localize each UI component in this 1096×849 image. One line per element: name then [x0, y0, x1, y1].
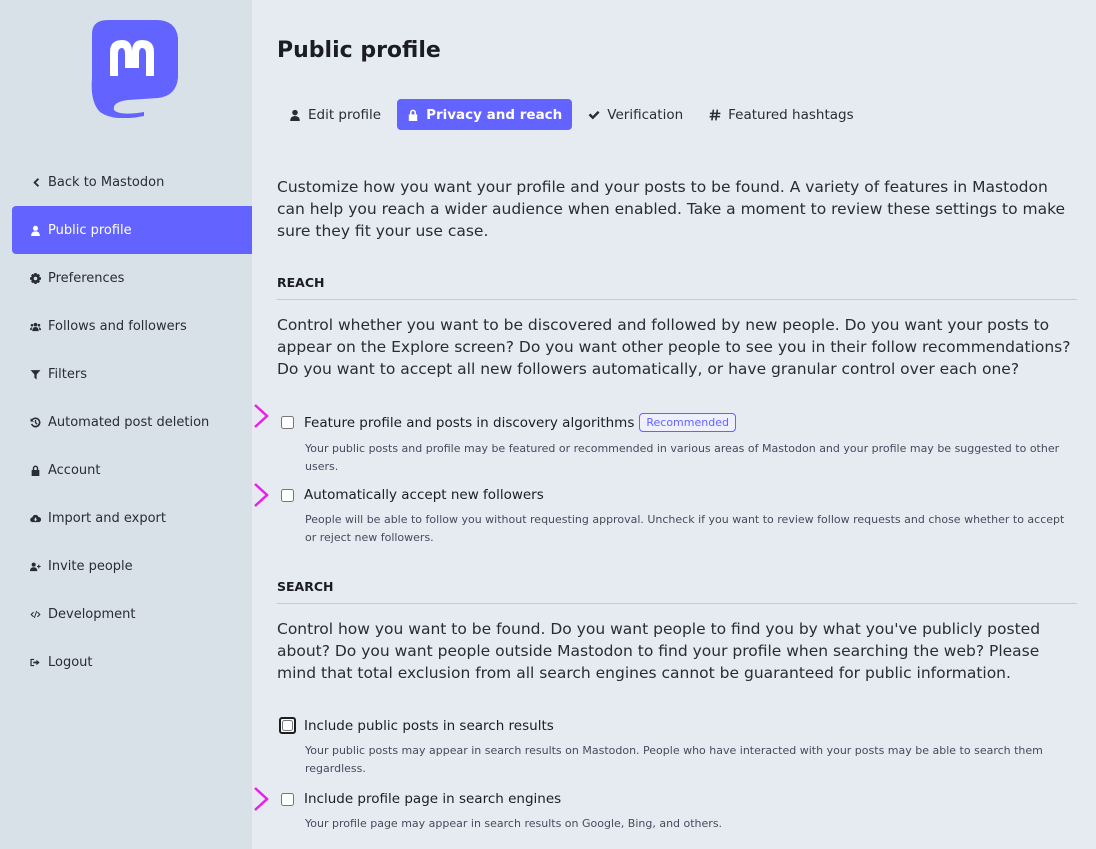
gear-icon — [28, 272, 42, 284]
user-icon — [28, 225, 42, 236]
auto-accept-followers-checkbox[interactable] — [281, 488, 294, 502]
pointer-marker-icon — [252, 482, 270, 508]
sidebar-item-label: Logout — [48, 654, 93, 670]
section-title-search: SEARCH — [277, 579, 1077, 604]
option-hint: People will be able to follow you withou… — [305, 513, 1065, 544]
sidebar-item-filters[interactable]: Filters — [12, 350, 252, 398]
sidebar-item-label: Import and export — [48, 510, 166, 526]
sidebar-item-label: Invite people — [48, 558, 133, 574]
filter-icon — [28, 369, 42, 380]
sidebar-item-label: Back to Mastodon — [48, 174, 165, 190]
tab-label: Privacy and reach — [426, 106, 563, 123]
option-indexable: Include public posts in search results Y… — [279, 717, 1077, 778]
sidebar-item-account[interactable]: Account — [12, 446, 252, 494]
section-title-reach: REACH — [277, 275, 1077, 300]
focus-ring — [279, 717, 296, 734]
sidebar-item-import-export[interactable]: Import and export — [12, 494, 252, 542]
sidebar-item-label: Account — [48, 462, 101, 478]
tab-verification[interactable]: Verification — [578, 99, 693, 130]
sidebar-nav: Back to Mastodon Public profile Preferen… — [12, 158, 252, 686]
sidebar: Back to Mastodon Public profile Preferen… — [0, 0, 252, 849]
sidebar-item-label: Filters — [48, 366, 87, 382]
sidebar-item-follows[interactable]: Follows and followers — [12, 302, 252, 350]
sidebar-item-label: Public profile — [48, 222, 132, 238]
check-icon — [588, 109, 600, 121]
sidebar-item-post-deletion[interactable]: Automated post deletion — [12, 398, 252, 446]
users-icon — [28, 321, 42, 332]
mastodon-logo-icon[interactable] — [84, 18, 180, 119]
option-label: Feature profile and posts in discovery a… — [304, 414, 635, 431]
recommended-badge: Recommended — [639, 413, 736, 432]
page-title: Public profile — [277, 38, 441, 63]
option-search-engines: Include profile page in search engines Y… — [281, 791, 1077, 833]
sidebar-item-development[interactable]: Development — [12, 590, 252, 638]
sidebar-item-public-profile[interactable]: Public profile — [12, 206, 252, 254]
option-auto-accept-followers: Automatically accept new followers Peopl… — [281, 487, 1077, 547]
user-plus-icon — [28, 561, 42, 572]
option-discoverable: Feature profile and posts in discovery a… — [281, 413, 1077, 476]
sidebar-item-label: Preferences — [48, 270, 125, 286]
hashtag-icon — [709, 109, 721, 121]
option-hint: Your public posts may appear in search r… — [305, 744, 1043, 775]
pointer-marker-icon — [252, 786, 270, 812]
tab-label: Featured hashtags — [728, 106, 854, 123]
sidebar-item-label: Development — [48, 606, 136, 622]
intro-text: Customize how you want your profile and … — [277, 178, 1066, 240]
option-label: Include profile page in search engines — [304, 791, 562, 807]
option-label: Include public posts in search results — [304, 717, 554, 734]
section-description-reach: Control whether you want to be discovere… — [277, 316, 1071, 378]
sidebar-item-label: Follows and followers — [48, 318, 187, 334]
history-icon — [28, 417, 42, 428]
pointer-marker-icon — [252, 403, 270, 429]
tab-edit-profile[interactable]: Edit profile — [279, 99, 391, 130]
discoverable-checkbox[interactable] — [281, 416, 294, 429]
lock-icon — [407, 109, 419, 121]
option-hint: Your profile page may appear in search r… — [305, 817, 723, 830]
tab-featured-hashtags[interactable]: Featured hashtags — [699, 99, 863, 130]
sidebar-item-logout[interactable]: Logout — [12, 638, 252, 686]
sign-out-icon — [28, 657, 42, 668]
search-engines-checkbox[interactable] — [281, 792, 294, 806]
user-icon — [289, 109, 301, 121]
profile-tabs: Edit profile Privacy and reach Verificat… — [279, 99, 864, 130]
sidebar-item-label: Automated post deletion — [48, 414, 210, 430]
option-hint: Your public posts and profile may be fea… — [305, 442, 1060, 473]
tab-privacy-and-reach[interactable]: Privacy and reach — [397, 99, 573, 130]
chevron-left-icon — [28, 177, 42, 188]
code-icon — [28, 609, 42, 620]
sidebar-item-back[interactable]: Back to Mastodon — [12, 158, 252, 206]
tab-label: Edit profile — [308, 106, 382, 123]
sidebar-item-invite[interactable]: Invite people — [12, 542, 252, 590]
option-label: Automatically accept new followers — [304, 487, 544, 503]
tab-label: Verification — [607, 106, 684, 123]
indexable-checkbox[interactable] — [282, 720, 293, 731]
lock-icon — [28, 465, 42, 476]
cloud-download-icon — [28, 513, 42, 524]
section-description-search: Control how you want to be found. Do you… — [277, 620, 1041, 682]
sidebar-item-preferences[interactable]: Preferences — [12, 254, 252, 302]
